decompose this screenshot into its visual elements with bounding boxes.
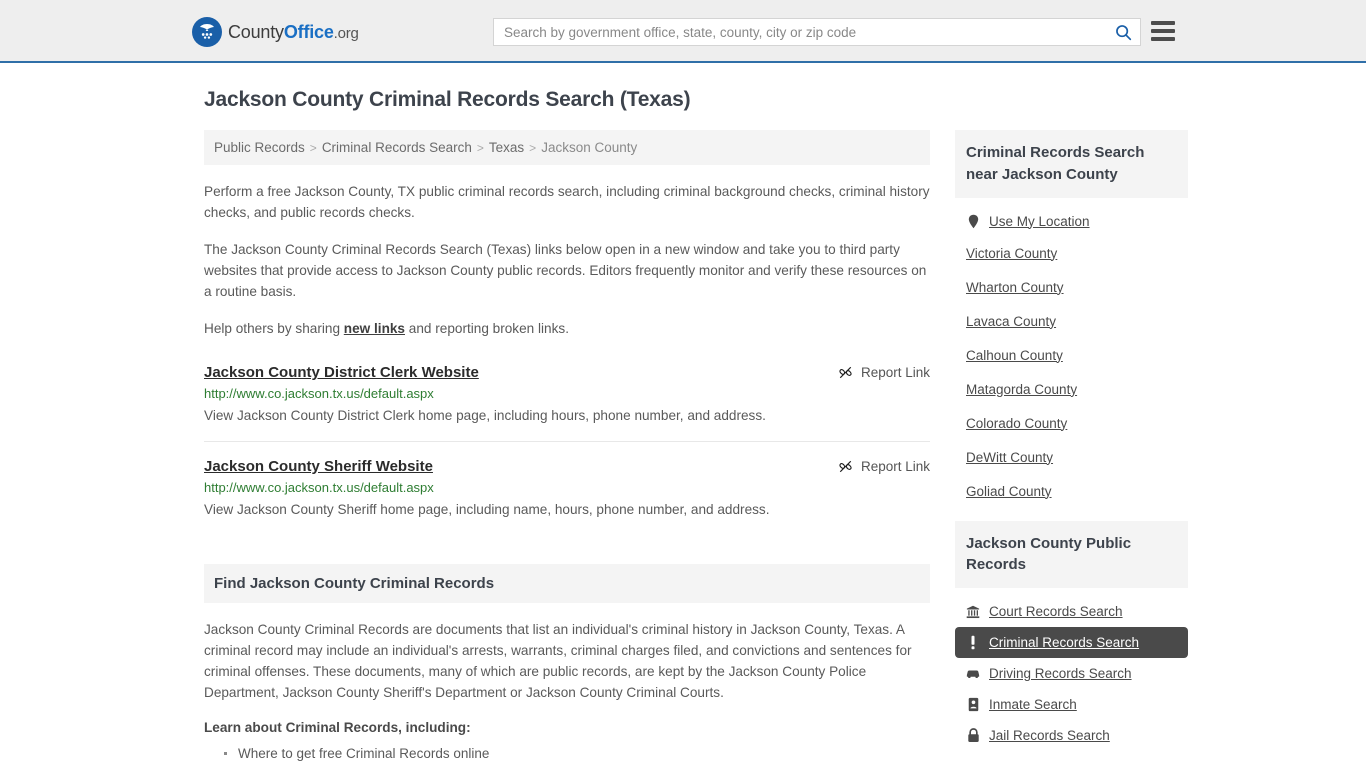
site-logo[interactable]: CountyOffice.org xyxy=(192,17,359,47)
site-header: CountyOffice.org xyxy=(0,0,1366,63)
nearby-counties-heading: Criminal Records Search near Jackson Cou… xyxy=(955,130,1188,198)
jail-records-search-link[interactable]: Jail Records Search xyxy=(989,728,1110,743)
criminal-records-search-link[interactable]: Criminal Records Search xyxy=(989,635,1139,650)
sidebar-item-wharton-county[interactable]: Wharton County xyxy=(955,271,1188,305)
eagle-shield-logo-icon xyxy=(192,17,222,47)
county-link[interactable]: Calhoun County xyxy=(966,348,1063,363)
search-icon xyxy=(1115,24,1131,40)
result-header: Jackson County Sheriff Website Report Li… xyxy=(204,458,930,475)
county-link[interactable]: Goliad County xyxy=(966,484,1052,499)
share-text-after: and reporting broken links. xyxy=(405,321,569,337)
public-records-heading: Jackson County Public Records xyxy=(955,520,1188,588)
court-records-search-link[interactable]: Court Records Search xyxy=(989,604,1123,619)
nearby-counties-panel: Criminal Records Search near Jackson Cou… xyxy=(955,130,1188,509)
breadcrumb-item-jackson-county: Jackson County xyxy=(541,140,638,155)
sidebar-item-court-records-search[interactable]: Court Records Search xyxy=(955,596,1188,627)
result-title-link[interactable]: Jackson County District Clerk Website xyxy=(204,364,479,381)
logo-text-office: Office xyxy=(283,21,334,42)
learn-about-heading: Learn about Criminal Records, including: xyxy=(204,720,471,736)
result-description: View Jackson County District Clerk home … xyxy=(204,408,766,424)
result-title-link[interactable]: Jackson County Sheriff Website xyxy=(204,458,433,475)
exclamation-icon xyxy=(966,635,980,650)
nearby-counties-list: Use My Location Victoria County Wharton … xyxy=(955,198,1188,509)
breadcrumb-separator: > xyxy=(309,140,317,155)
county-link[interactable]: Colorado County xyxy=(966,416,1067,431)
search-button[interactable] xyxy=(1106,19,1140,45)
map-pin-icon xyxy=(966,214,980,229)
report-link-label: Report Link xyxy=(860,365,930,381)
intro-paragraph-1: Perform a free Jackson County, TX public… xyxy=(204,184,930,221)
hamburger-bar xyxy=(1151,37,1175,41)
page-container: Jackson County Criminal Records Search (… xyxy=(0,88,1366,768)
share-text-before: Help others by sharing xyxy=(204,321,344,337)
sidebar-item-inmate-search[interactable]: Inmate Search xyxy=(955,689,1188,720)
main-column: Public Records > Criminal Records Search… xyxy=(204,130,930,768)
lock-icon xyxy=(966,728,980,743)
report-link-button[interactable]: Report Link xyxy=(838,459,930,474)
county-link[interactable]: DeWitt County xyxy=(966,450,1053,465)
breadcrumb-separator: > xyxy=(476,140,484,155)
hamburger-menu-icon[interactable] xyxy=(1151,20,1175,42)
sidebar-item-victoria-county[interactable]: Victoria County xyxy=(955,237,1188,271)
broken-link-icon xyxy=(839,460,852,472)
broken-link-icon xyxy=(839,367,852,379)
sidebar-item-goliad-county[interactable]: Goliad County xyxy=(955,475,1188,509)
report-link-button[interactable]: Report Link xyxy=(838,365,930,380)
result-description: View Jackson County Sheriff home page, i… xyxy=(204,501,770,517)
find-section-heading: Find Jackson County Criminal Records xyxy=(204,564,930,604)
search-input[interactable] xyxy=(494,19,1106,45)
result-url[interactable]: http://www.co.jackson.tx.us/default.aspx xyxy=(204,386,930,401)
result-header: Jackson County District Clerk Website Re… xyxy=(204,364,930,381)
intro-paragraph-2: The Jackson County Criminal Records Sear… xyxy=(204,242,927,300)
county-link[interactable]: Lavaca County xyxy=(966,314,1056,329)
id-badge-icon xyxy=(966,697,980,712)
sidebar-item-driving-records-search[interactable]: Driving Records Search xyxy=(955,658,1188,689)
sidebar-item-jail-records-search[interactable]: Jail Records Search xyxy=(955,720,1188,751)
result-item: Jackson County District Clerk Website Re… xyxy=(204,364,930,440)
public-records-list: Court Records Search Criminal Records Se… xyxy=(955,588,1188,751)
logo-text-county: County xyxy=(228,21,284,42)
new-links-link[interactable]: new links xyxy=(344,321,405,336)
sidebar-item-criminal-records-search[interactable]: Criminal Records Search xyxy=(955,627,1188,658)
sidebar: Criminal Records Search near Jackson Cou… xyxy=(955,130,1188,763)
car-icon xyxy=(966,666,980,681)
county-link[interactable]: Matagorda County xyxy=(966,382,1077,397)
sidebar-item-use-my-location[interactable]: Use My Location xyxy=(955,206,1188,237)
find-section-body: Jackson County Criminal Records are docu… xyxy=(204,622,912,701)
page-title: Jackson County Criminal Records Search (… xyxy=(204,88,691,111)
breadcrumb: Public Records > Criminal Records Search… xyxy=(204,130,930,165)
driving-records-search-link[interactable]: Driving Records Search xyxy=(989,666,1132,681)
result-url[interactable]: http://www.co.jackson.tx.us/default.aspx xyxy=(204,480,930,495)
breadcrumb-separator: > xyxy=(529,140,537,155)
sidebar-item-lavaca-county[interactable]: Lavaca County xyxy=(955,305,1188,339)
logo-text-org: .org xyxy=(333,24,359,42)
public-records-panel: Jackson County Public Records Court Reco… xyxy=(955,520,1188,752)
hamburger-bar xyxy=(1151,29,1175,33)
inmate-search-link[interactable]: Inmate Search xyxy=(989,697,1077,712)
breadcrumb-item-public-records[interactable]: Public Records xyxy=(214,140,305,155)
sidebar-item-calhoun-county[interactable]: Calhoun County xyxy=(955,339,1188,373)
courthouse-icon xyxy=(966,604,980,619)
list-item: Where to get free Criminal Records onlin… xyxy=(224,743,930,765)
search-bar[interactable] xyxy=(493,18,1141,46)
sidebar-item-colorado-county[interactable]: Colorado County xyxy=(955,407,1188,441)
hamburger-bar xyxy=(1151,21,1175,25)
use-my-location-link[interactable]: Use My Location xyxy=(989,214,1090,229)
result-item: Jackson County Sheriff Website Report Li… xyxy=(204,440,930,534)
results-list: Jackson County District Clerk Website Re… xyxy=(204,364,930,534)
sidebar-item-matagorda-county[interactable]: Matagorda County xyxy=(955,373,1188,407)
county-link[interactable]: Wharton County xyxy=(966,280,1064,295)
learn-about-list: Where to get free Criminal Records onlin… xyxy=(204,743,930,768)
intro-paragraph-3: Help others by sharing new links and rep… xyxy=(204,318,930,339)
content-columns: Public Records > Criminal Records Search… xyxy=(204,130,1188,768)
logo-wordmark: CountyOffice.org xyxy=(228,22,359,43)
breadcrumb-item-criminal-records-search[interactable]: Criminal Records Search xyxy=(322,140,472,155)
report-link-label: Report Link xyxy=(860,458,930,474)
county-link[interactable]: Victoria County xyxy=(966,246,1057,261)
sidebar-item-dewitt-county[interactable]: DeWitt County xyxy=(955,441,1188,475)
breadcrumb-item-texas[interactable]: Texas xyxy=(489,140,524,155)
